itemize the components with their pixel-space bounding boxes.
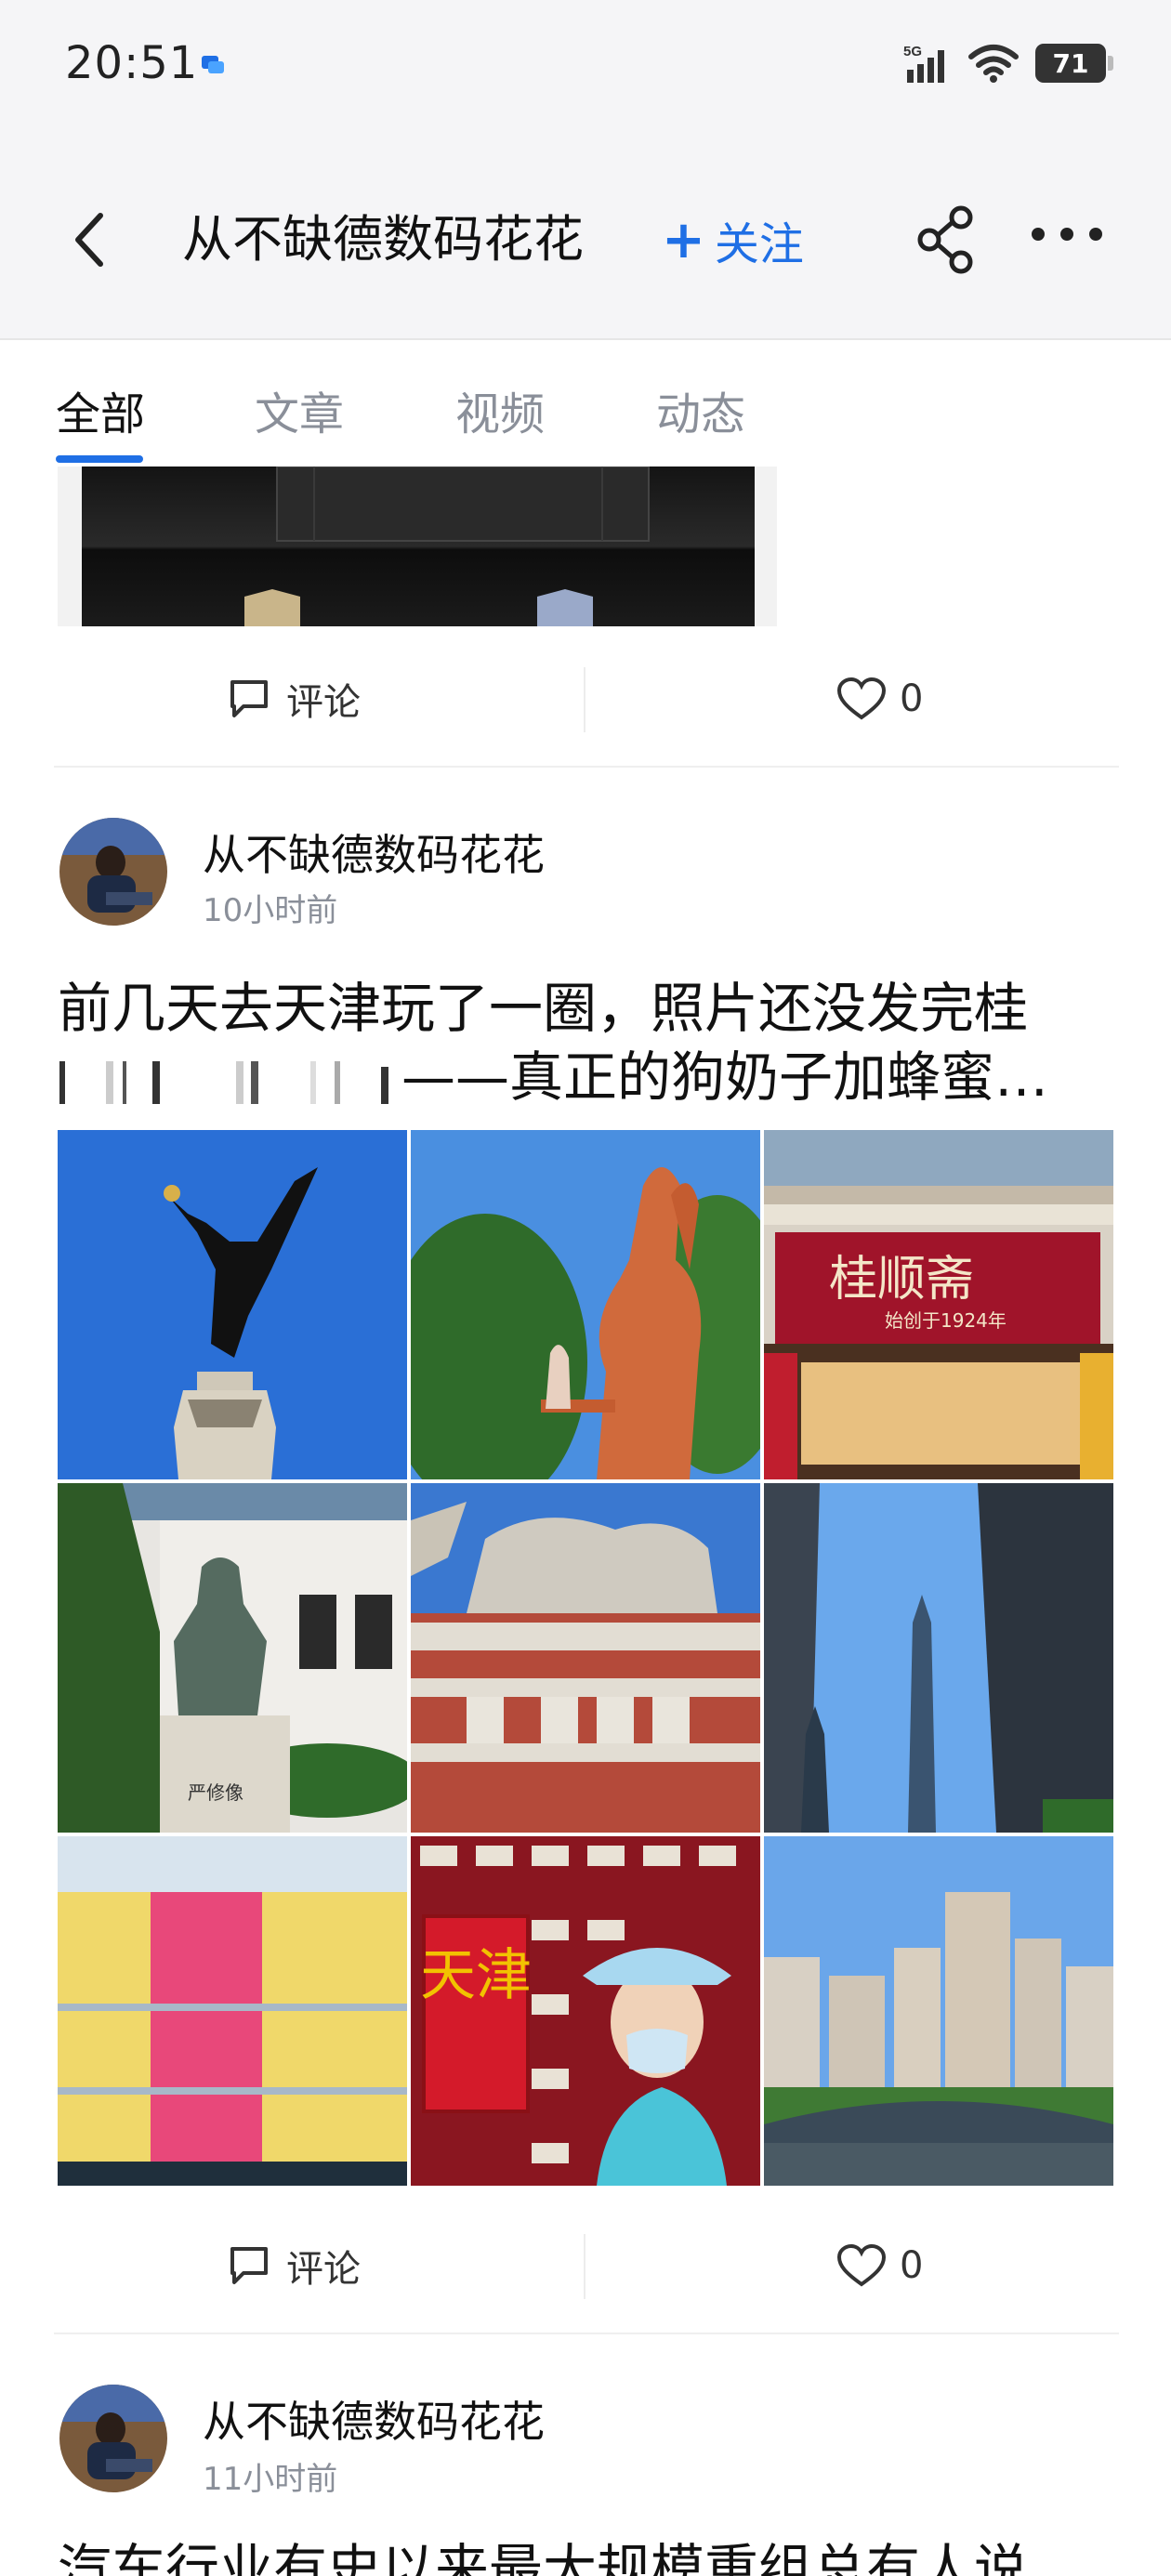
chat-app-icon <box>202 56 224 73</box>
comment-label: 评论 <box>286 681 361 724</box>
post-actions: 评论 0 <box>54 2214 1119 2316</box>
tab-videos[interactable]: 视频 <box>455 377 545 442</box>
tab-bar: 全部 文章 视频 动态 <box>0 342 1171 467</box>
tab-all[interactable]: 全部 <box>56 377 145 442</box>
follow-button[interactable]: + 关注 <box>662 203 804 277</box>
avatar[interactable] <box>59 2385 167 2492</box>
tab-moments[interactable]: 动态 <box>656 377 745 442</box>
network-label: 5G <box>903 44 922 59</box>
divider <box>54 766 1119 768</box>
rabbit-sculpture-photo[interactable] <box>411 1130 760 1479</box>
author-name[interactable]: 从不缺德数码花花 <box>203 821 545 883</box>
more-icon-dot <box>1032 228 1045 241</box>
bronze-statue-photo[interactable]: 严修像 <box>58 1483 407 1833</box>
avatar[interactable] <box>59 818 167 926</box>
comment-button[interactable]: 评论 <box>227 671 361 727</box>
post-text-line-2-visible: ——真正的狗奶子加蜂蜜… <box>401 1045 1049 1109</box>
heart-icon <box>836 2243 887 2287</box>
comment-button[interactable]: 评论 <box>227 2238 361 2293</box>
image-grid: 桂顺斋 始创于1924年 严修像 天津 <box>58 1130 1113 2186</box>
post-time: 11小时前 <box>203 2461 338 2498</box>
back-arrow-icon <box>75 213 103 267</box>
action-divider <box>584 667 586 732</box>
comment-label: 评论 <box>286 2248 361 2291</box>
skyscrapers-photo[interactable] <box>764 1483 1113 1833</box>
action-divider <box>584 2234 586 2299</box>
battery-icon: 71 <box>1035 44 1113 83</box>
battery-level: 71 <box>1052 47 1089 79</box>
like-button[interactable]: 0 <box>836 2238 923 2293</box>
post-actions: 评论 0 <box>54 647 1119 749</box>
follow-label: 关注 <box>714 218 804 270</box>
previous-post-image[interactable] <box>58 467 777 626</box>
post-time: 10小时前 <box>203 892 338 929</box>
comment-icon <box>230 2247 268 2284</box>
tianjin-sign-selfie-photo[interactable]: 天津 <box>411 1836 760 2186</box>
status-icons: 5G 71 <box>903 41 1113 85</box>
shop-sign-text: 桂顺斋 <box>829 1252 974 1308</box>
signal-icon: 5G <box>903 44 944 83</box>
page-title: 从不缺德数码花花 <box>182 210 584 269</box>
author-name[interactable]: 从不缺德数码花花 <box>203 2388 545 2450</box>
back-button[interactable] <box>61 203 117 277</box>
tianjin-sign-text: 天津 <box>420 1943 532 2008</box>
porcelain-house-photo[interactable] <box>411 1483 760 1833</box>
snack-packages-photo[interactable] <box>58 1836 407 2186</box>
heart-icon <box>836 677 887 720</box>
tab-active-indicator <box>56 455 143 463</box>
status-time: 20:51 <box>65 37 199 89</box>
comment-icon <box>230 680 268 717</box>
wifi-icon <box>968 45 1019 83</box>
more-icon-dot <box>1089 228 1102 241</box>
riverside-skyline-photo[interactable] <box>764 1836 1113 2186</box>
like-count: 0 <box>900 677 924 720</box>
statue-plaque-text: 严修像 <box>188 1781 243 1804</box>
more-icon-dot <box>1060 228 1073 241</box>
like-count: 0 <box>900 2244 924 2287</box>
like-button[interactable]: 0 <box>836 671 923 727</box>
guishunzhai-shop-photo[interactable]: 桂顺斋 始创于1924年 <box>764 1130 1113 1479</box>
post-text-line[interactable]: 汽车行业有史以来最大规模重组总有人说 <box>58 2526 1117 2576</box>
shop-sign-subtext: 始创于1924年 <box>885 1309 1007 1332</box>
more-button[interactable] <box>1032 216 1102 253</box>
obscured-text-glyphs <box>59 1060 388 1104</box>
share-icon[interactable] <box>916 204 978 275</box>
post-text-line-2[interactable]: ——真正的狗奶子加蜂蜜… <box>58 1033 1117 1121</box>
plus-icon: + <box>662 209 705 270</box>
divider <box>54 2333 1119 2334</box>
tab-articles[interactable]: 文章 <box>255 377 344 442</box>
status-bar: 20:51 5G 71 <box>0 0 1171 130</box>
profile-header: 从不缺德数码花花 + 关注 <box>0 130 1171 340</box>
angel-statue-photo[interactable] <box>58 1130 407 1479</box>
